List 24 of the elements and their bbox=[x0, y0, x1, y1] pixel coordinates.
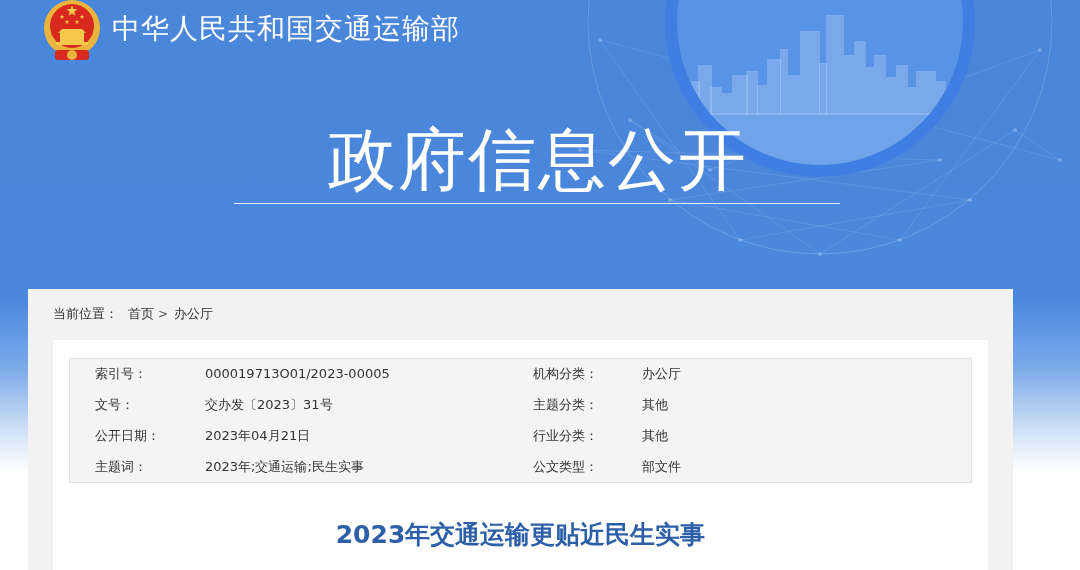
info-label: 主题分类： bbox=[533, 396, 598, 415]
info-value: 其他 bbox=[642, 426, 668, 445]
info-value: 部文件 bbox=[642, 457, 681, 476]
breadcrumb-label: 当前位置： bbox=[53, 305, 118, 323]
info-value: 交办发〔2023〕31号 bbox=[205, 396, 333, 415]
agency-name: 中华人民共和国交通运输部 bbox=[112, 11, 460, 47]
info-value: 2023年04月21日 bbox=[205, 426, 311, 445]
info-label: 文号： bbox=[95, 396, 134, 415]
breadcrumb-separator: > bbox=[158, 306, 169, 323]
info-label: 行业分类： bbox=[533, 426, 598, 445]
info-value: 000019713O01/2023-00005 bbox=[205, 365, 390, 384]
info-label: 机构分类： bbox=[533, 365, 598, 384]
breadcrumb-link[interactable]: 办公厅 bbox=[174, 305, 214, 323]
info-label: 索引号： bbox=[95, 365, 147, 384]
info-value: 办公厅 bbox=[642, 365, 681, 384]
info-label: 主题词： bbox=[95, 457, 147, 476]
info-label: 公文类型： bbox=[533, 457, 598, 476]
info-value: 其他 bbox=[642, 396, 668, 415]
info-label: 公开日期： bbox=[95, 426, 160, 445]
info-value: 2023年;交通运输;民生实事 bbox=[205, 457, 364, 476]
page-title: 政府信息公开 bbox=[328, 120, 748, 200]
emblem-icon bbox=[42, 0, 102, 62]
breadcrumb-link[interactable]: 首页 bbox=[128, 305, 154, 323]
article-title: 2023年交通运输更贴近民生实事 bbox=[334, 519, 707, 551]
